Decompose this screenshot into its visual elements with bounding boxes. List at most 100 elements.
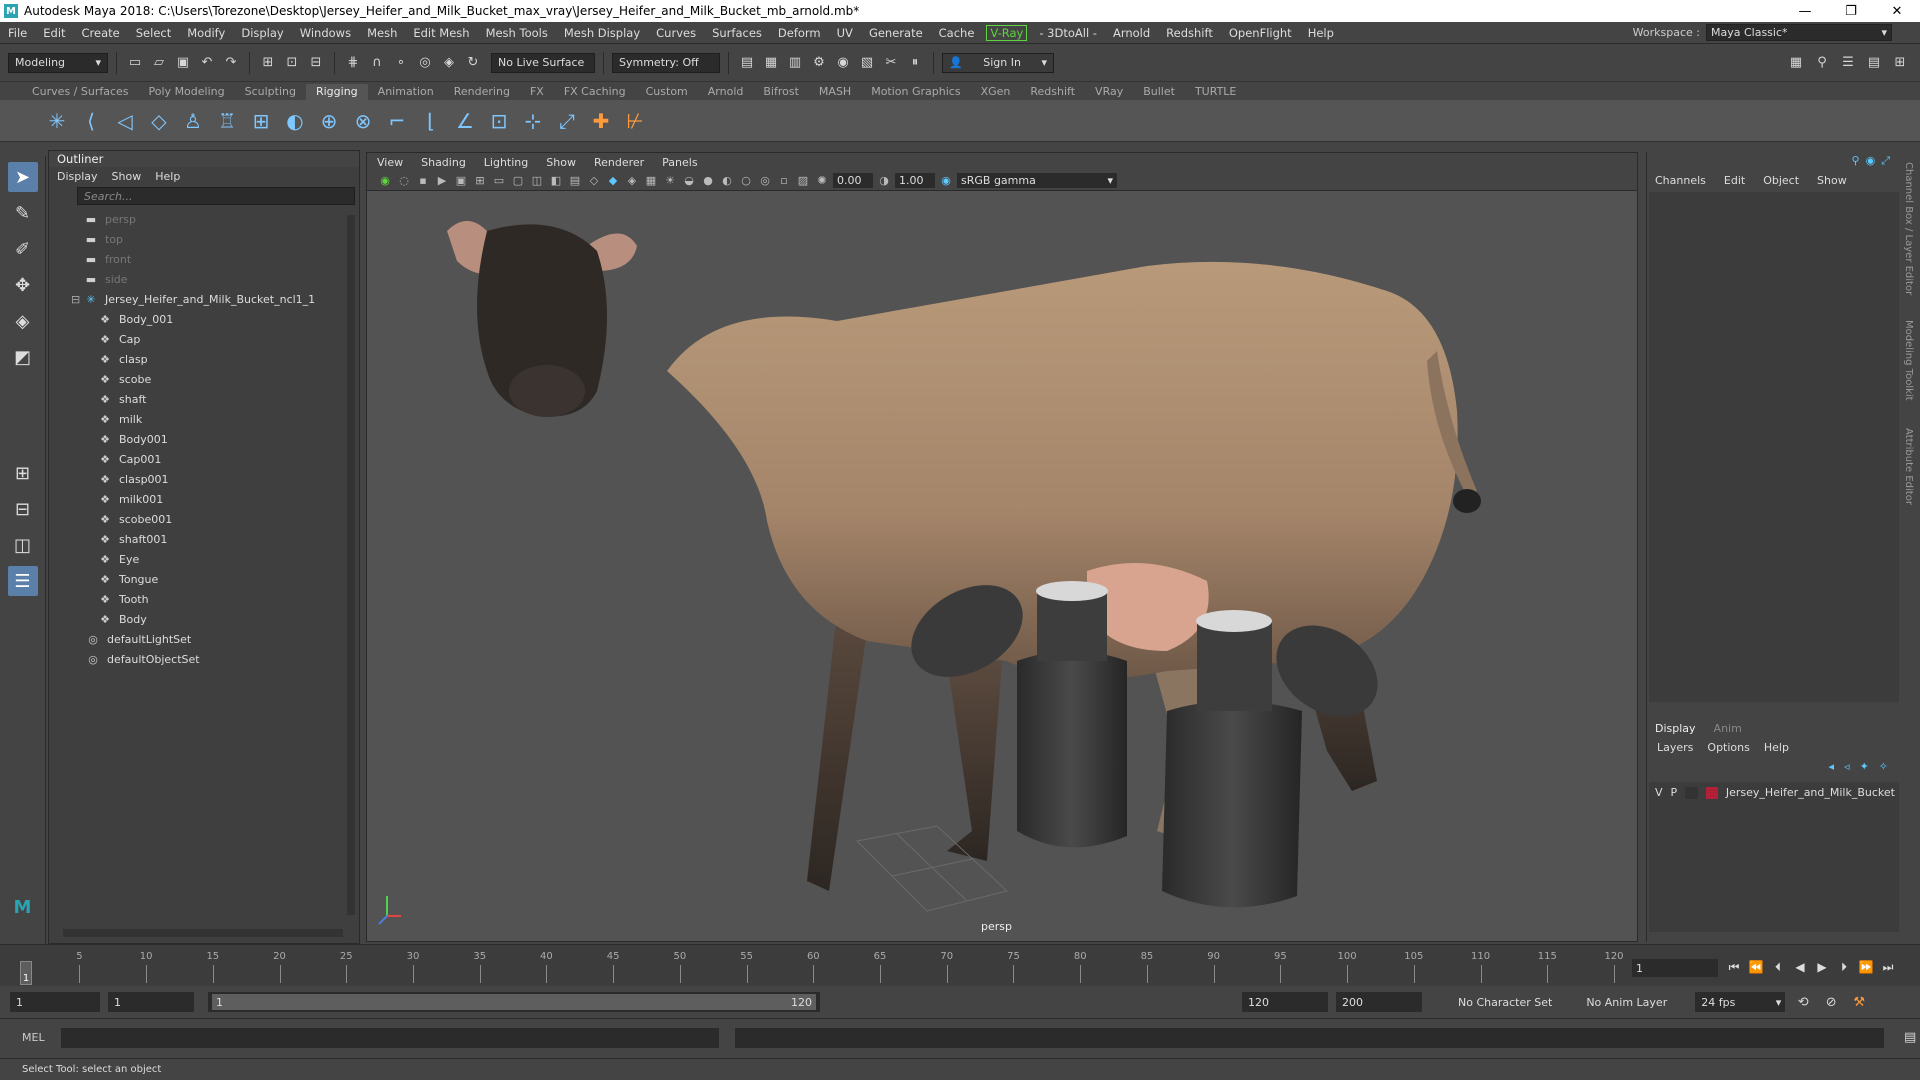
view-transform-dropdown[interactable]: sRGB gamma ▾: [957, 173, 1117, 188]
layer-menu-help[interactable]: Help: [1764, 741, 1789, 754]
character-controls-icon[interactable]: ⚲: [1812, 53, 1832, 73]
expand-icon[interactable]: ⤢: [1881, 154, 1890, 168]
redo-icon[interactable]: ↷: [221, 53, 241, 73]
menu-edit-mesh[interactable]: Edit Mesh: [405, 26, 477, 40]
step-forward-key-icon[interactable]: ⏵: [1836, 959, 1852, 975]
outliner-menu-help[interactable]: Help: [155, 170, 180, 183]
shelf-tab-curves-surfaces[interactable]: Curves / Surfaces: [22, 84, 139, 100]
snap-view-icon[interactable]: ◎: [415, 53, 435, 73]
shadows-icon[interactable]: ◒: [681, 173, 697, 189]
xray-icon[interactable]: ▫: [776, 173, 792, 189]
image-plane-icon[interactable]: ▣: [453, 173, 469, 189]
menu-select[interactable]: Select: [128, 26, 179, 40]
aim-constraint-icon[interactable]: ⤢: [554, 106, 580, 136]
outliner-item-default-object-set[interactable]: ◎ defaultObjectSet: [49, 649, 359, 669]
channel-box-menu-object[interactable]: Object: [1763, 174, 1799, 187]
outliner-item-side[interactable]: ▬ side: [49, 269, 359, 289]
outliner-menu-display[interactable]: Display: [57, 170, 98, 183]
layer-display-type[interactable]: [1685, 786, 1698, 799]
step-forward-frame-icon[interactable]: ⏩: [1858, 959, 1874, 975]
field-chart-icon[interactable]: ◧: [548, 173, 564, 189]
vray-render-icon[interactable]: ▧: [857, 53, 877, 73]
lock-camera-icon[interactable]: ◌: [396, 173, 412, 189]
menu-mesh-display[interactable]: Mesh Display: [556, 26, 648, 40]
gamma-field[interactable]: 1.00: [895, 173, 935, 188]
lattice-icon[interactable]: ⊕: [316, 106, 342, 136]
side-tab-modeling-toolkit[interactable]: Modeling Toolkit: [1903, 320, 1914, 401]
outliner-item-clasp001[interactable]: ❖ clasp001: [49, 469, 359, 489]
close-button[interactable]: ✕: [1874, 0, 1920, 22]
wireframe-icon[interactable]: ◇: [586, 173, 602, 189]
use-all-lights-icon[interactable]: ☀: [662, 173, 678, 189]
outliner-item-top[interactable]: ▬ top: [49, 229, 359, 249]
point-constraint-icon[interactable]: ⊹: [520, 106, 546, 136]
snap-surface-icon[interactable]: ◈: [439, 53, 459, 73]
menu-set-dropdown[interactable]: Modeling ▾: [8, 52, 108, 73]
menu-3dtoall[interactable]: - 3DtoAll -: [1031, 26, 1105, 40]
vray-ipr-icon[interactable]: ✂: [881, 53, 901, 73]
menu-edit[interactable]: Edit: [35, 26, 73, 40]
shelf-tab-motion-graphics[interactable]: Motion Graphics: [861, 84, 970, 100]
tool-settings-icon[interactable]: ▤: [1864, 53, 1884, 73]
save-scene-icon[interactable]: ▣: [173, 53, 193, 73]
channel-box-icon[interactable]: ⊞: [1890, 53, 1910, 73]
go-to-start-icon[interactable]: ⏮: [1726, 959, 1742, 975]
live-surface-field[interactable]: No Live Surface: [491, 52, 595, 73]
outliner-item-front[interactable]: ▬ front: [49, 249, 359, 269]
outliner-item-persp[interactable]: ▬ persp: [49, 209, 359, 229]
outliner-item-shaft[interactable]: ❖ shaft: [49, 389, 359, 409]
open-scene-icon[interactable]: ▱: [149, 53, 169, 73]
menu-uv[interactable]: UV: [829, 26, 861, 40]
symmetry-dropdown[interactable]: Symmetry: Off: [612, 52, 720, 73]
pole-vector-icon[interactable]: ∠: [452, 106, 478, 136]
bookmarks-icon[interactable]: ▶: [434, 173, 450, 189]
current-frame-field[interactable]: 1: [1632, 959, 1718, 977]
select-hierarchy-icon[interactable]: ⊞: [258, 53, 278, 73]
channel-box-body[interactable]: [1649, 192, 1899, 702]
shelf-tab-fx-caching[interactable]: FX Caching: [554, 84, 636, 100]
current-time-marker[interactable]: 1: [20, 961, 32, 985]
sign-in-button[interactable]: 👤 Sign In ▾: [942, 52, 1054, 73]
shelf-tab-animation[interactable]: Animation: [368, 84, 444, 100]
outliner-item-cap[interactable]: ❖ Cap: [49, 329, 359, 349]
hypershade-icon[interactable]: ◉: [833, 53, 853, 73]
render-frame-icon[interactable]: ▦: [761, 53, 781, 73]
ipr-render-icon[interactable]: ▥: [785, 53, 805, 73]
viewport-menu-panels[interactable]: Panels: [662, 156, 697, 169]
scale-tool-icon[interactable]: ◩: [8, 342, 38, 372]
outliner-item-body[interactable]: ❖ Body: [49, 609, 359, 629]
ik-handle-icon[interactable]: ⌐: [384, 106, 410, 136]
outliner-item-milk[interactable]: ❖ milk: [49, 409, 359, 429]
camera-attributes-icon[interactable]: ▪: [415, 173, 431, 189]
menu-create[interactable]: Create: [74, 26, 128, 40]
snap-rotate-icon[interactable]: ↻: [463, 53, 483, 73]
outliner-item-body001[interactable]: ❖ Body001: [49, 429, 359, 449]
outliner-menu-show[interactable]: Show: [112, 170, 142, 183]
layer-menu-options[interactable]: Options: [1707, 741, 1749, 754]
lasso-tool-icon[interactable]: ✎: [8, 198, 38, 228]
quick-rig-icon[interactable]: ♙: [180, 106, 206, 136]
animation-preferences-icon[interactable]: ⚒: [1849, 992, 1869, 1012]
set-key-icon[interactable]: ⊬: [622, 106, 648, 136]
undo-icon[interactable]: ↶: [197, 53, 217, 73]
layer-row[interactable]: V P Jersey_Heifer_and_Milk_Bucket: [1655, 786, 1895, 799]
outliner-item-tooth[interactable]: ❖ Tooth: [49, 589, 359, 609]
animation-end-field[interactable]: 200: [1336, 992, 1422, 1012]
outliner-item-cap001[interactable]: ❖ Cap001: [49, 449, 359, 469]
layer-color-swatch[interactable]: [1705, 786, 1718, 799]
paint-select-icon[interactable]: ✐: [8, 234, 38, 264]
xray-joints-icon[interactable]: ▨: [795, 173, 811, 189]
workspace-dropdown[interactable]: Maya Classic* ▾: [1706, 24, 1892, 41]
shelf-tab-xgen[interactable]: XGen: [971, 84, 1021, 100]
humanik-icon[interactable]: ♖: [214, 106, 240, 136]
outliner-search-input[interactable]: Search...: [77, 187, 355, 205]
viewport-menu-show[interactable]: Show: [546, 156, 576, 169]
outliner-item-clasp[interactable]: ❖ clasp: [49, 349, 359, 369]
smooth-shade-icon[interactable]: ◆: [605, 173, 621, 189]
anim-layer-dropdown[interactable]: No Anim Layer: [1586, 996, 1667, 1009]
shelf-tab-custom[interactable]: Custom: [636, 84, 698, 100]
isolate-select-icon[interactable]: ◎: [757, 173, 773, 189]
layer-menu-layers[interactable]: Layers: [1657, 741, 1693, 754]
menu-windows[interactable]: Windows: [292, 26, 359, 40]
anti-aliasing-icon[interactable]: ○: [738, 173, 754, 189]
